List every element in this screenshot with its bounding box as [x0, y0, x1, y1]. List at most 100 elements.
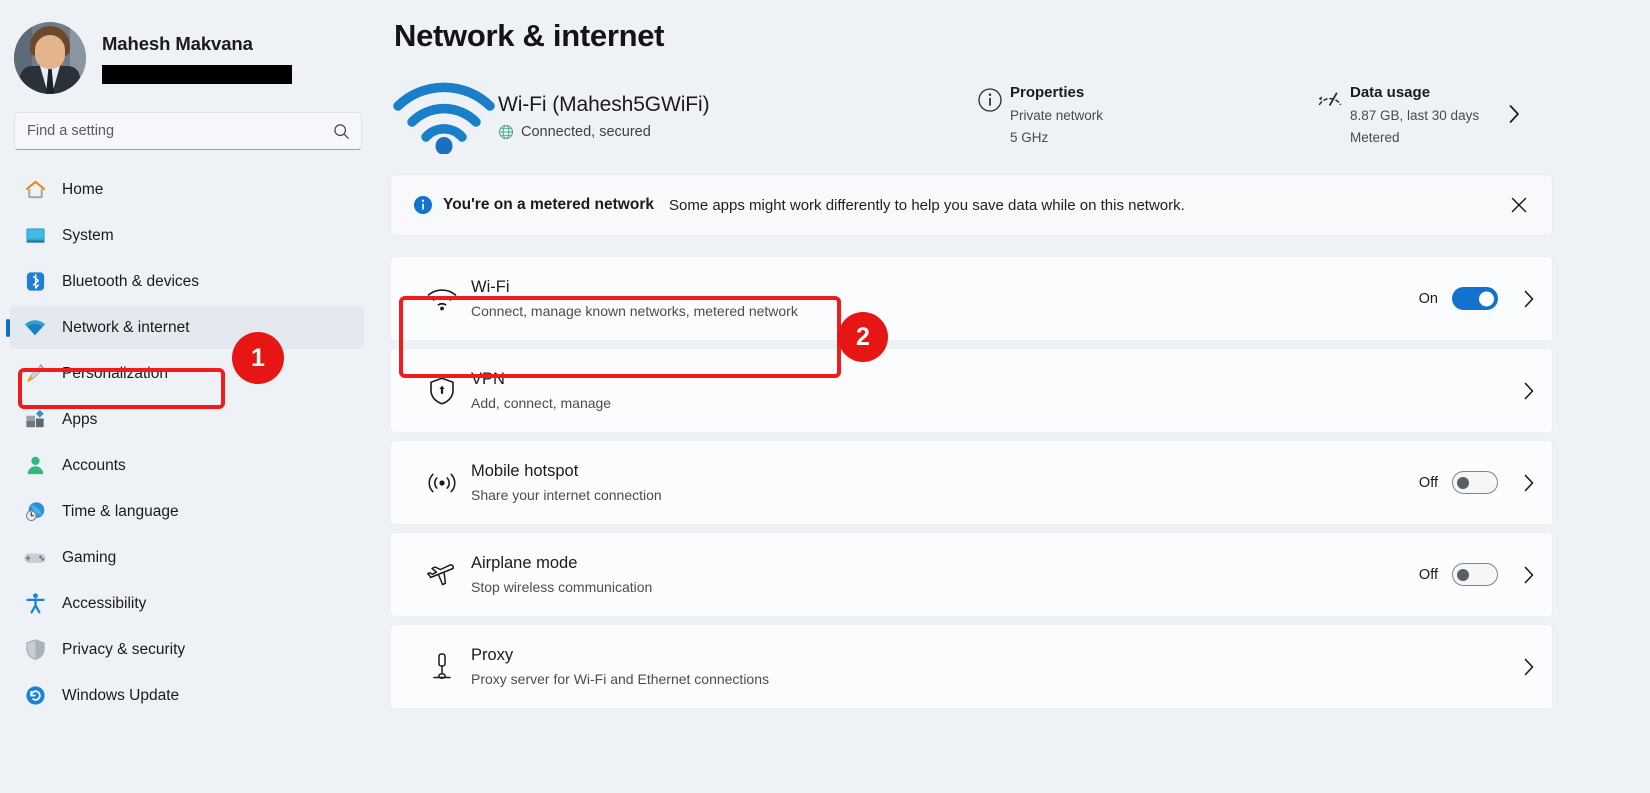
properties-line-1: Private network	[1010, 108, 1104, 124]
sidebar-item-accessibility[interactable]: Accessibility	[10, 582, 364, 625]
row-subtitle: Proxy server for Wi-Fi and Ethernet conn…	[471, 671, 770, 687]
gauge-icon	[1310, 84, 1350, 111]
wifi-icon	[413, 286, 471, 312]
globe-icon	[498, 124, 514, 140]
sidebar-item-label: Personalization	[62, 364, 168, 382]
brush-icon	[22, 361, 48, 387]
info-icon	[970, 84, 1010, 113]
row-subtitle: Connect, manage known networks, metered …	[471, 303, 798, 319]
hotspot-icon	[413, 469, 471, 497]
account-header[interactable]: Mahesh Makvana	[0, 0, 390, 100]
wifi-icon	[22, 315, 48, 341]
row-title: Airplane mode	[471, 554, 578, 572]
main-content: Network & internet Wi-Fi (Mahesh5GWiFi)	[390, 0, 1650, 793]
connection-name: Wi-Fi (Mahesh5GWiFi)	[498, 92, 710, 116]
sidebar-item-bluetooth-devices[interactable]: Bluetooth & devices	[10, 260, 364, 303]
page-title: Network & internet	[394, 18, 665, 53]
account-name: Mahesh Makvana	[102, 32, 253, 54]
sidebar-item-home[interactable]: Home	[10, 168, 364, 211]
hotspot-toggle[interactable]	[1452, 471, 1498, 494]
properties-cell[interactable]: Properties Private network 5 GHz	[970, 84, 1310, 147]
settings-list: Wi-Fi Connect, manage known networks, me…	[390, 256, 1553, 709]
sidebar-item-label: Apps	[62, 410, 98, 428]
sidebar-item-label: Accounts	[62, 456, 126, 474]
shield-icon	[22, 637, 48, 663]
account-email-redaction	[102, 64, 292, 84]
step-1-badge: 1	[232, 332, 284, 384]
sidebar-item-time-language[interactable]: Time & language	[10, 490, 364, 533]
chevron-right-icon[interactable]	[1522, 656, 1536, 678]
settings-row-mobile-hotspot[interactable]: Mobile hotspot Share your internet conne…	[390, 440, 1553, 525]
airplane-icon	[413, 560, 471, 590]
settings-window: Mahesh Makvana Find a setting Home Syste…	[0, 0, 1650, 793]
data-usage-cell[interactable]: Data usage 8.87 GB, last 30 days Metered	[1310, 84, 1522, 147]
clock-globe-icon	[22, 499, 48, 525]
chevron-right-icon[interactable]	[1522, 564, 1536, 586]
apps-icon	[22, 407, 48, 433]
data-usage-title: Data usage	[1350, 84, 1431, 102]
chevron-right-icon[interactable]	[1522, 380, 1536, 402]
sidebar-item-accounts[interactable]: Accounts	[10, 444, 364, 487]
search-input[interactable]	[27, 123, 349, 139]
settings-row-airplane-mode[interactable]: Airplane mode Stop wireless communicatio…	[390, 532, 1553, 617]
airplane-toggle-label: Off	[1418, 566, 1438, 583]
step-badge-number: 1	[251, 343, 265, 372]
properties-line-2: 5 GHz	[1010, 130, 1049, 145]
sidebar-item-privacy-security[interactable]: Privacy & security	[10, 628, 364, 671]
row-title: Mobile hotspot	[471, 462, 579, 480]
sidebar-item-label: Windows Update	[62, 686, 180, 704]
sidebar-item-label: Time & language	[62, 502, 179, 520]
current-connection: Wi-Fi (Mahesh5GWiFi) Connected, secured	[390, 78, 970, 154]
banner-description: Some apps might work differently to help…	[668, 196, 1185, 214]
row-subtitle: Add, connect, manage	[471, 395, 612, 411]
airplane-toggle[interactable]	[1452, 563, 1498, 586]
settings-row-vpn[interactable]: VPN Add, connect, manage	[390, 348, 1553, 433]
sidebar-item-apps[interactable]: Apps	[10, 398, 364, 441]
bluetooth-icon	[22, 269, 48, 295]
sidebar-item-personalization[interactable]: Personalization	[10, 352, 364, 395]
wifi-toggle[interactable]	[1452, 287, 1498, 310]
sidebar-item-network-internet[interactable]: Network & internet	[10, 306, 364, 349]
sidebar-item-windows-update[interactable]: Windows Update	[10, 674, 364, 717]
sidebar-item-system[interactable]: System	[10, 214, 364, 257]
data-usage-line-2: Metered	[1350, 130, 1400, 145]
accounts-icon	[22, 453, 48, 479]
chevron-right-icon[interactable]	[1522, 472, 1536, 494]
update-icon	[22, 683, 48, 709]
home-icon	[22, 177, 48, 203]
chevron-right-icon[interactable]	[1522, 288, 1536, 310]
proxy-icon	[413, 651, 471, 683]
row-title: VPN	[471, 370, 505, 388]
close-icon[interactable]	[1504, 190, 1534, 220]
sidebar-item-label: Privacy & security	[62, 640, 186, 658]
row-subtitle: Share your internet connection	[471, 487, 662, 503]
sidebar-item-label: Accessibility	[62, 594, 147, 612]
network-status-strip: Wi-Fi (Mahesh5GWiFi) Connected, secured …	[390, 68, 1565, 164]
properties-title: Properties	[1010, 84, 1085, 102]
chevron-right-icon[interactable]	[1507, 102, 1522, 131]
sidebar-item-label: Network & internet	[62, 318, 190, 336]
sidebar-item-label: Gaming	[62, 548, 117, 566]
sidebar-item-label: System	[62, 226, 114, 244]
accessibility-icon	[22, 591, 48, 617]
hotspot-toggle-label: Off	[1418, 474, 1438, 491]
avatar	[14, 22, 86, 94]
data-usage-line-1: 8.87 GB, last 30 days	[1350, 108, 1480, 124]
system-icon	[22, 223, 48, 249]
sidebar-nav: Home System Bluetooth & devices Network …	[0, 168, 390, 717]
step-2-badge: 2	[838, 312, 888, 362]
info-filled-icon	[413, 195, 443, 215]
metered-network-banner: You're on a metered network Some apps mi…	[390, 174, 1553, 236]
wifi-toggle-label: On	[1418, 290, 1438, 307]
connection-state: Connected, secured	[521, 123, 651, 140]
search-box[interactable]	[14, 112, 362, 150]
settings-row-proxy[interactable]: Proxy Proxy server for Wi-Fi and Etherne…	[390, 624, 1553, 709]
vpn-shield-icon	[413, 376, 471, 406]
gamepad-icon	[22, 545, 48, 571]
sidebar-item-gaming[interactable]: Gaming	[10, 536, 364, 579]
settings-row-wi-fi[interactable]: Wi-Fi Connect, manage known networks, me…	[390, 256, 1553, 341]
banner-headline: You're on a metered network	[443, 196, 654, 213]
sidebar: Mahesh Makvana Find a setting Home Syste…	[0, 0, 390, 793]
search-icon[interactable]	[331, 121, 351, 141]
row-title: Wi-Fi	[471, 278, 510, 296]
